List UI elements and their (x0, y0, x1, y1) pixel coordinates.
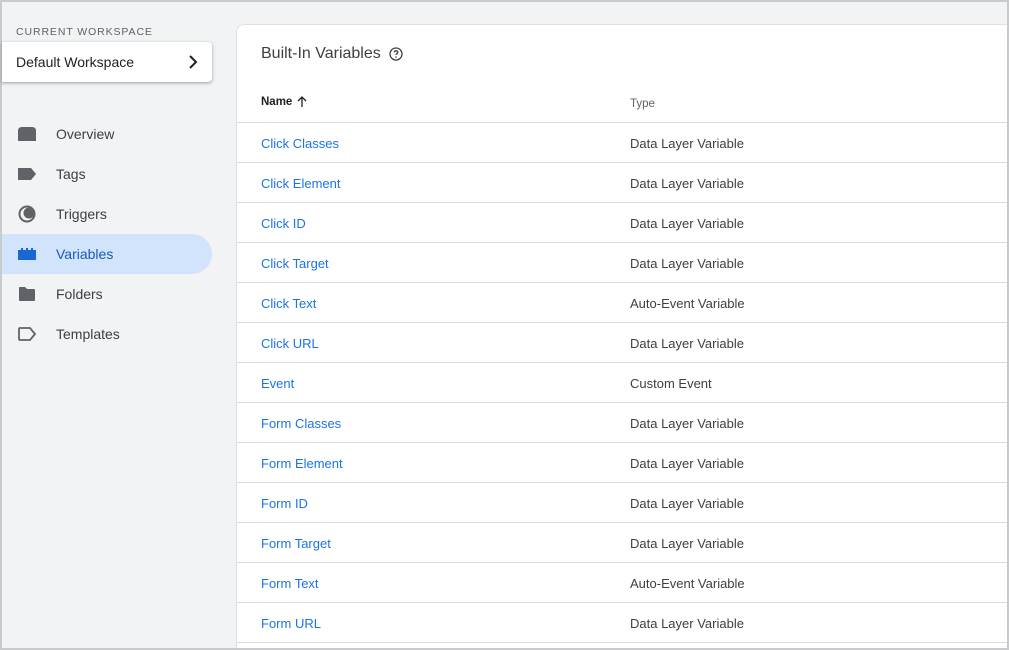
sidebar-item-label: Templates (56, 326, 120, 342)
table-row[interactable]: Form ID Data Layer Variable (237, 483, 1007, 523)
built-in-variables-panel: Built-In Variables Name Type Click Class… (236, 24, 1007, 648)
variable-type: Data Layer Variable (630, 536, 744, 551)
sidebar-item-folders[interactable]: Folders (2, 274, 212, 314)
variable-type: Custom Event (630, 376, 712, 391)
variable-name-link[interactable]: Form Text (261, 576, 319, 591)
variable-type: Auto-Event Variable (630, 296, 745, 311)
variable-name-link[interactable]: Click URL (261, 336, 319, 351)
variable-name-link[interactable]: Click Target (261, 256, 329, 271)
table-row[interactable]: Click Classes Data Layer Variable (237, 123, 1007, 163)
sidebar: CURRENT WORKSPACE Default Workspace Over… (2, 2, 236, 648)
variables-icon (16, 244, 38, 264)
variable-type: Data Layer Variable (630, 456, 744, 471)
variable-type: Data Layer Variable (630, 616, 744, 631)
chevron-right-icon (189, 55, 198, 69)
table-row[interactable]: Form Element Data Layer Variable (237, 443, 1007, 483)
trigger-icon (16, 204, 38, 224)
variable-name-link[interactable]: Click Element (261, 176, 340, 191)
sidebar-item-tags[interactable]: Tags (2, 154, 212, 194)
variable-type: Data Layer Variable (630, 256, 744, 271)
variable-name-link[interactable]: Form Classes (261, 416, 341, 431)
table-row[interactable]: Click Text Auto-Event Variable (237, 283, 1007, 323)
help-icon[interactable] (389, 47, 403, 61)
workspace-name: Default Workspace (16, 54, 135, 70)
sidebar-item-label: Triggers (56, 206, 107, 222)
sidebar-item-label: Variables (56, 246, 114, 262)
sidebar-item-variables[interactable]: Variables (2, 234, 212, 274)
variable-type: Data Layer Variable (630, 176, 744, 191)
overview-icon (16, 124, 38, 144)
table-header: Name Type (237, 87, 1007, 123)
variable-name-link[interactable]: Form ID (261, 496, 308, 511)
table-body: Click Classes Data Layer Variable Click El… (237, 123, 1007, 643)
variable-name-link[interactable]: Form Element (261, 456, 343, 471)
folder-icon (16, 284, 38, 304)
workspace-selector[interactable]: Default Workspace (2, 42, 212, 82)
variable-name-link[interactable]: Event (261, 376, 294, 391)
table-row[interactable]: Form Target Data Layer Variable (237, 523, 1007, 563)
template-icon (16, 324, 38, 344)
variable-type: Data Layer Variable (630, 496, 744, 511)
table-row[interactable]: Click URL Data Layer Variable (237, 323, 1007, 363)
panel-title-row: Built-In Variables (261, 45, 403, 63)
variable-name-link[interactable]: Click ID (261, 216, 306, 231)
variable-name-link[interactable]: Click Classes (261, 136, 339, 151)
variable-type: Data Layer Variable (630, 336, 744, 351)
workspace-label: CURRENT WORKSPACE (16, 26, 153, 38)
table-row[interactable]: Click Element Data Layer Variable (237, 163, 1007, 203)
variable-name-link[interactable]: Click Text (261, 296, 316, 311)
column-header-name-label: Name (261, 96, 293, 108)
variable-name-link[interactable]: Form Target (261, 536, 331, 551)
table-row[interactable]: Click ID Data Layer Variable (237, 203, 1007, 243)
table-row[interactable]: Form Classes Data Layer Variable (237, 403, 1007, 443)
variable-type: Auto-Event Variable (630, 576, 745, 591)
sidebar-item-label: Folders (56, 286, 103, 302)
column-header-type[interactable]: Type (630, 98, 655, 110)
variable-type: Data Layer Variable (630, 416, 744, 431)
sidebar-nav: Overview Tags Triggers Variables Folders (2, 114, 212, 354)
variable-name-link[interactable]: Form URL (261, 616, 321, 631)
sidebar-item-label: Tags (56, 166, 86, 182)
variable-type: Data Layer Variable (630, 136, 744, 151)
page-title: Built-In Variables (261, 45, 381, 62)
sidebar-item-triggers[interactable]: Triggers (2, 194, 212, 234)
table-row[interactable]: Form Text Auto-Event Variable (237, 563, 1007, 603)
sidebar-item-overview[interactable]: Overview (2, 114, 212, 154)
table-row[interactable]: Event Custom Event (237, 363, 1007, 403)
variable-type: Data Layer Variable (630, 216, 744, 231)
table-row[interactable]: Click Target Data Layer Variable (237, 243, 1007, 283)
tag-icon (16, 164, 38, 184)
arrow-up-icon (297, 96, 307, 107)
column-header-name[interactable]: Name (261, 96, 307, 108)
table-row[interactable]: Form URL Data Layer Variable (237, 603, 1007, 643)
sidebar-item-templates[interactable]: Templates (2, 314, 212, 354)
sidebar-item-label: Overview (56, 126, 115, 142)
